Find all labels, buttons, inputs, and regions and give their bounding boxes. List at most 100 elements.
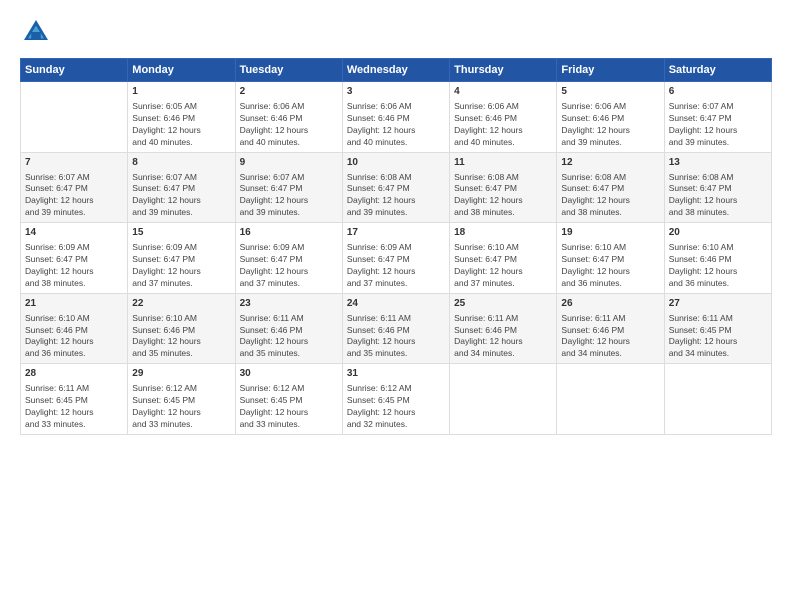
day-number: 23 (240, 297, 338, 311)
cell-text: Sunrise: 6:08 AM (561, 172, 659, 184)
cell-text: Daylight: 12 hours (561, 336, 659, 348)
day-number: 9 (240, 156, 338, 170)
calendar-cell: 12Sunrise: 6:08 AMSunset: 6:47 PMDayligh… (557, 152, 664, 223)
week-row-0: 1Sunrise: 6:05 AMSunset: 6:46 PMDaylight… (21, 82, 772, 153)
header-row: SundayMondayTuesdayWednesdayThursdayFrid… (21, 59, 772, 82)
cell-text: Sunrise: 6:11 AM (561, 313, 659, 325)
calendar-cell: 25Sunrise: 6:11 AMSunset: 6:46 PMDayligh… (450, 293, 557, 364)
cell-text: Sunset: 6:46 PM (347, 325, 445, 337)
day-number: 12 (561, 156, 659, 170)
cell-text: Sunrise: 6:09 AM (240, 242, 338, 254)
cell-text: Sunrise: 6:07 AM (240, 172, 338, 184)
cell-text: Sunset: 6:45 PM (347, 395, 445, 407)
cell-text: Sunrise: 6:06 AM (561, 101, 659, 113)
calendar-cell: 9Sunrise: 6:07 AMSunset: 6:47 PMDaylight… (235, 152, 342, 223)
cell-text: Sunrise: 6:11 AM (25, 383, 123, 395)
calendar-cell: 15Sunrise: 6:09 AMSunset: 6:47 PMDayligh… (128, 223, 235, 294)
cell-text: Daylight: 12 hours (240, 336, 338, 348)
calendar-cell: 10Sunrise: 6:08 AMSunset: 6:47 PMDayligh… (342, 152, 449, 223)
calendar-cell: 17Sunrise: 6:09 AMSunset: 6:47 PMDayligh… (342, 223, 449, 294)
cell-text: Daylight: 12 hours (669, 125, 767, 137)
cell-text: Daylight: 12 hours (454, 125, 552, 137)
cell-text: Daylight: 12 hours (25, 266, 123, 278)
day-number: 22 (132, 297, 230, 311)
calendar-cell: 23Sunrise: 6:11 AMSunset: 6:46 PMDayligh… (235, 293, 342, 364)
day-number: 13 (669, 156, 767, 170)
cell-text: Daylight: 12 hours (347, 195, 445, 207)
cell-text: Sunset: 6:46 PM (454, 325, 552, 337)
cell-text: Sunset: 6:47 PM (25, 254, 123, 266)
calendar-cell: 13 Sunrise: 6:08 AMSunset: 6:47 PMDayligh… (664, 152, 771, 223)
cell-text: Daylight: 12 hours (347, 266, 445, 278)
cell-text: Sunset: 6:47 PM (454, 183, 552, 195)
day-number: 2 (240, 85, 338, 99)
day-number: 6 (669, 85, 767, 99)
cell-text: Daylight: 12 hours (347, 125, 445, 137)
cell-text: and 35 minutes. (132, 348, 230, 360)
calendar-cell (557, 364, 664, 435)
page-header (20, 16, 772, 48)
cell-text: Sunrise: 6:11 AM (240, 313, 338, 325)
cell-text: and 33 minutes. (132, 419, 230, 431)
cell-text: Sunrise: 6:11 AM (669, 313, 767, 325)
cell-text: and 39 minutes. (132, 207, 230, 219)
day-number: 30 (240, 367, 338, 381)
cell-text: Sunrise: 6:10 AM (561, 242, 659, 254)
calendar-table: SundayMondayTuesdayWednesdayThursdayFrid… (20, 58, 772, 435)
day-number: 10 (347, 156, 445, 170)
calendar-cell: 31Sunrise: 6:12 AMSunset: 6:45 PMDayligh… (342, 364, 449, 435)
calendar-cell: 20Sunrise: 6:10 AMSunset: 6:46 PMDayligh… (664, 223, 771, 294)
cell-text: Sunset: 6:45 PM (240, 395, 338, 407)
calendar-cell: 1Sunrise: 6:05 AMSunset: 6:46 PMDaylight… (128, 82, 235, 153)
day-number: 18 (454, 226, 552, 240)
header-cell-wednesday: Wednesday (342, 59, 449, 82)
cell-text: and 37 minutes. (132, 278, 230, 290)
cell-text: and 34 minutes. (454, 348, 552, 360)
header-cell-monday: Monday (128, 59, 235, 82)
day-number: 21 (25, 297, 123, 311)
cell-text: and 39 minutes. (240, 207, 338, 219)
cell-text: and 39 minutes. (561, 137, 659, 149)
cell-text: Sunset: 6:46 PM (25, 325, 123, 337)
cell-text: and 38 minutes. (561, 207, 659, 219)
calendar-cell: 27Sunrise: 6:11 AMSunset: 6:45 PMDayligh… (664, 293, 771, 364)
week-row-1: 7Sunrise: 6:07 AMSunset: 6:47 PMDaylight… (21, 152, 772, 223)
cell-text: Sunset: 6:47 PM (240, 183, 338, 195)
cell-text: and 36 minutes. (669, 278, 767, 290)
cell-text: Daylight: 12 hours (561, 125, 659, 137)
cell-text: and 38 minutes. (454, 207, 552, 219)
cell-text: and 40 minutes. (132, 137, 230, 149)
day-number: 14 (25, 226, 123, 240)
cell-text: Daylight: 12 hours (669, 195, 767, 207)
calendar-cell: 29Sunrise: 6:12 AMSunset: 6:45 PMDayligh… (128, 364, 235, 435)
cell-text: Sunrise: 6:08 AM (669, 172, 767, 184)
cell-text: Sunset: 6:47 PM (561, 183, 659, 195)
cell-text: Sunrise: 6:12 AM (240, 383, 338, 395)
header-cell-thursday: Thursday (450, 59, 557, 82)
cell-text: Sunset: 6:47 PM (454, 254, 552, 266)
cell-text: Sunset: 6:47 PM (132, 183, 230, 195)
cell-text: Daylight: 12 hours (669, 336, 767, 348)
cell-text: Sunset: 6:47 PM (240, 254, 338, 266)
cell-text: Sunrise: 6:12 AM (132, 383, 230, 395)
cell-text: and 39 minutes. (347, 207, 445, 219)
logo-icon (20, 16, 52, 48)
day-number: 31 (347, 367, 445, 381)
cell-text: Daylight: 12 hours (132, 195, 230, 207)
cell-text: Sunrise: 6:09 AM (25, 242, 123, 254)
cell-text: Sunrise: 6:08 AM (454, 172, 552, 184)
day-number: 25 (454, 297, 552, 311)
week-row-3: 21Sunrise: 6:10 AMSunset: 6:46 PMDayligh… (21, 293, 772, 364)
cell-text: Sunrise: 6:09 AM (132, 242, 230, 254)
cell-text: Daylight: 12 hours (132, 336, 230, 348)
cell-text: Daylight: 12 hours (240, 266, 338, 278)
day-number: 15 (132, 226, 230, 240)
cell-text: and 35 minutes. (347, 348, 445, 360)
day-number: 11 (454, 156, 552, 170)
header-cell-saturday: Saturday (664, 59, 771, 82)
cell-text: Daylight: 12 hours (132, 125, 230, 137)
week-row-2: 14Sunrise: 6:09 AMSunset: 6:47 PMDayligh… (21, 223, 772, 294)
cell-text: and 37 minutes. (347, 278, 445, 290)
cell-text: Sunset: 6:47 PM (669, 183, 767, 195)
cell-text: Sunrise: 6:12 AM (347, 383, 445, 395)
